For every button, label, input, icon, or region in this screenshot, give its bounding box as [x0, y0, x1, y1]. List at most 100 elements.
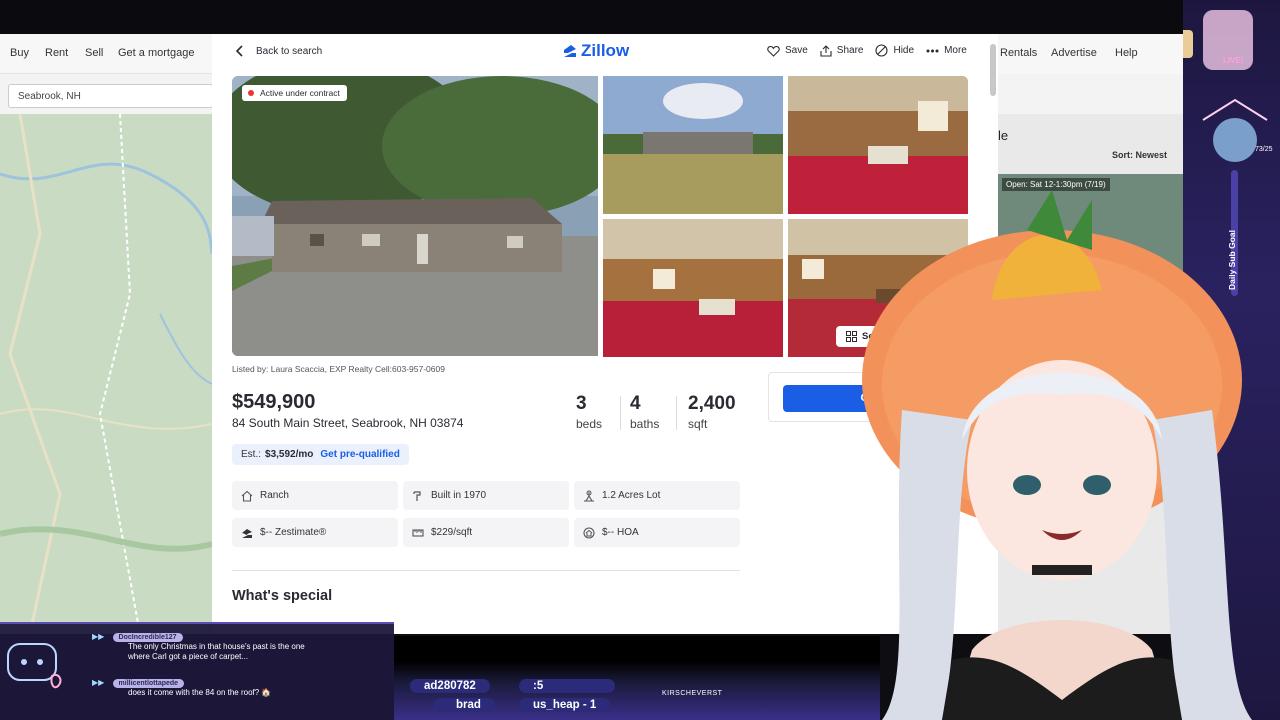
share-icon — [820, 44, 832, 57]
house-icon — [241, 490, 253, 502]
logo-text: Zillow — [581, 41, 630, 60]
status-text: Active under contract — [260, 88, 340, 98]
whats-special-heading: What's special — [232, 588, 333, 604]
monthly-estimate: Est.: $3,592/mo Get pre-qualified — [232, 444, 409, 465]
ticker-item: us_heap - 1 — [519, 698, 611, 712]
chat-message: ▶▶ millicentlottapede does it come with … — [92, 678, 271, 698]
fact-text: $229/sqft — [431, 527, 473, 538]
beds-value: 3 — [576, 393, 587, 414]
chevron-left-icon — [235, 45, 243, 57]
vtuber-avatar-image — [862, 190, 1252, 720]
listing-actions: Save Share Hide More — [767, 44, 967, 57]
hoa-icon — [583, 526, 595, 539]
stat-divider — [676, 396, 677, 430]
nav-advertise[interactable]: Advertise — [1051, 47, 1097, 59]
beds-label: beds — [576, 417, 603, 431]
chat-arrow-icon: ▶▶ — [92, 678, 105, 687]
baths-value: 4 — [630, 393, 641, 414]
hide-label: Hide — [893, 45, 915, 56]
nav-help[interactable]: Help — [1115, 47, 1138, 59]
sqft-label: sqft — [688, 417, 708, 431]
stream-ticker: ad280782 brad :5 us_heap - 1 KIRSCHEVERS… — [394, 636, 880, 720]
photo-living-room-2[interactable] — [603, 219, 783, 357]
zillow-logo[interactable]: Zillow — [562, 41, 629, 61]
chat-username: DocIncredible127 — [112, 633, 183, 642]
baths-label: baths — [630, 417, 660, 431]
nav-rentals[interactable]: Rentals — [1000, 47, 1037, 59]
sort-dropdown[interactable]: Sort: Newest — [1112, 150, 1167, 160]
chat-text: does it come with the 84 on the roof? 🏠 — [128, 688, 272, 697]
save-label: Save — [785, 45, 808, 56]
fact-zestimate: $-- Zestimate® — [232, 518, 398, 547]
stream-credit: KIRSCHEVERST — [662, 690, 723, 697]
stat-divider — [620, 396, 621, 430]
fact-text: $-- HOA — [602, 527, 639, 538]
fact-year-built: Built in 1970 — [403, 481, 569, 510]
sqft-value: 2,400 — [688, 393, 736, 414]
hide-icon — [875, 44, 889, 57]
stream-top-bar — [0, 0, 1280, 34]
nav-rent[interactable]: Rent — [45, 47, 68, 59]
listing-address: 84 South Main Street, Seabrook, NH 03874 — [232, 416, 464, 430]
more-dots-icon — [926, 49, 939, 52]
fact-text: Built in 1970 — [431, 490, 487, 501]
nav-mortgage[interactable]: Get a mortgage — [118, 47, 194, 59]
live-badge: LIVE! — [1223, 56, 1244, 65]
hide-button[interactable]: Hide — [875, 44, 914, 57]
section-divider — [232, 570, 740, 571]
status-dot-icon — [248, 90, 254, 96]
location-search-input[interactable]: Seabrook, NH — [8, 84, 213, 108]
lot-icon — [584, 490, 594, 502]
results-title-fragment: le — [998, 128, 1009, 143]
estimate-amount: $3,592/mo — [265, 449, 314, 460]
ticker-item: brad — [434, 698, 495, 712]
interior-photo — [603, 219, 783, 357]
chat-message: ▶▶ DocIncredible127 The only Christmas i… — [92, 632, 318, 662]
background-nav-right: Rentals Advertise Help — [998, 34, 1183, 74]
nav-sell[interactable]: Sell — [85, 47, 103, 59]
sqft-stat: 2,400 sqft — [688, 393, 736, 431]
fact-text: $-- Zestimate® — [260, 527, 327, 538]
map-roads — [0, 114, 212, 634]
zillow-logo-icon — [564, 45, 576, 57]
get-prequalified-link[interactable]: Get pre-qualified — [320, 449, 399, 460]
back-label: Back to search — [256, 45, 323, 57]
listing-price: $549,900 — [232, 391, 316, 413]
main-photo[interactable]: Active under contract — [232, 76, 598, 356]
ticker-item: :5 — [519, 679, 615, 693]
stream-chat: ▶▶ DocIncredible127 The only Christmas i… — [0, 622, 394, 720]
hammer-icon — [413, 490, 421, 501]
more-button[interactable]: More — [926, 44, 967, 57]
baths-stat: 4 baths — [630, 393, 659, 431]
house-exterior-photo — [232, 76, 598, 356]
ruler-icon — [412, 528, 424, 537]
chat-arrow-icon: ▶▶ — [92, 632, 105, 641]
chat-text: The only Christmas in that house's past … — [128, 642, 305, 661]
heart-icon — [767, 45, 780, 57]
beds-stat: 3 beds — [576, 393, 602, 431]
goal-count: 73/25 — [1255, 146, 1273, 153]
more-label: More — [944, 45, 967, 56]
listed-by: Listed by: Laura Scaccia, EXP Realty Cel… — [232, 364, 445, 374]
fact-home-type: Ranch — [232, 481, 398, 510]
chat-username: millicentlottapede — [112, 679, 185, 688]
nav-buy[interactable]: Buy — [10, 47, 29, 59]
exterior-photo — [603, 76, 783, 214]
fact-text: 1.2 Acres Lot — [602, 490, 661, 501]
chat-mascot-icon — [7, 643, 62, 689]
status-badge: Active under contract — [242, 85, 347, 101]
fact-lot-size: 1.2 Acres Lot — [574, 481, 740, 510]
map-view[interactable] — [0, 114, 212, 634]
save-button[interactable]: Save — [767, 44, 808, 57]
share-label: Share — [836, 45, 864, 56]
back-to-search-button[interactable]: Back to search — [234, 44, 322, 58]
ticker-item: ad280782 — [410, 679, 490, 693]
modal-header: Back to search Zillow Save Share Hide Mo… — [212, 34, 998, 70]
fact-text: Ranch — [260, 490, 289, 501]
fact-price-per-sqft: $229/sqft — [403, 518, 569, 547]
fact-hoa: $-- HOA — [574, 518, 740, 547]
estimate-prefix: Est.: — [241, 449, 262, 460]
zestimate-icon — [242, 528, 252, 538]
share-button[interactable]: Share — [820, 44, 864, 57]
photo-exterior-2[interactable] — [603, 76, 783, 214]
